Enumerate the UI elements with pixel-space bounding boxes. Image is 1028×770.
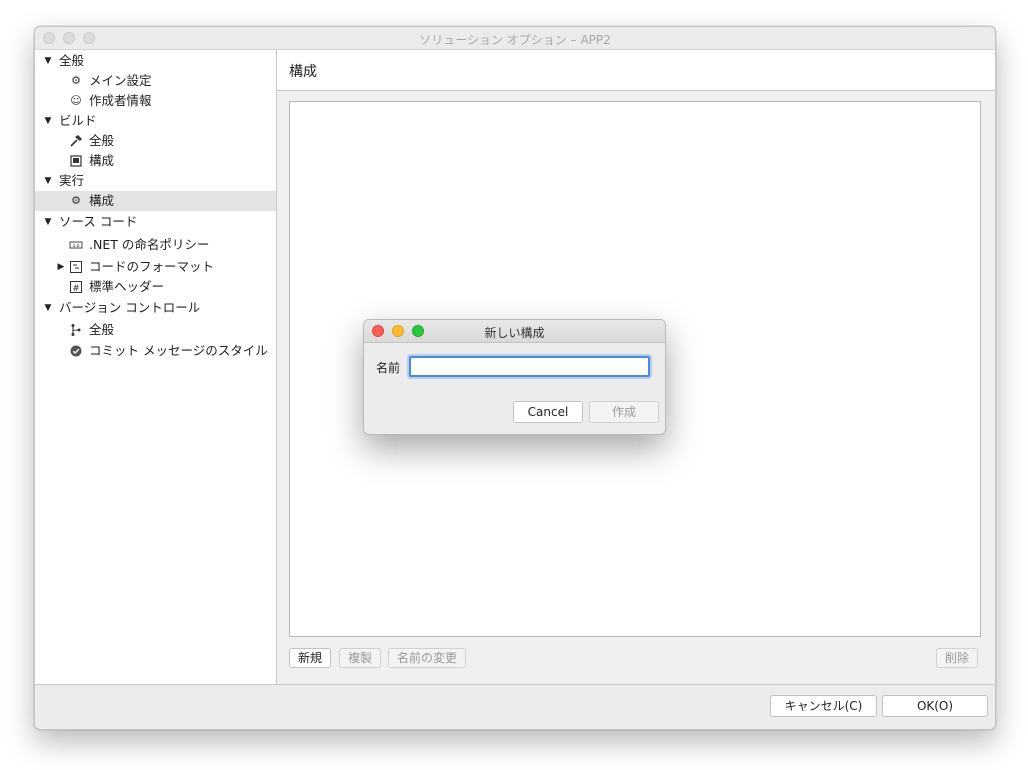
category-version-control[interactable]: ▼ バージョン コントロール — [35, 298, 276, 318]
category-run[interactable]: ▼ 実行 — [35, 171, 276, 191]
expand-triangle-icon[interactable]: ▼ — [43, 171, 53, 191]
category-general[interactable]: ▼ 全般 — [35, 51, 276, 71]
name-input[interactable] — [409, 356, 650, 377]
sidebar-item-standard-header[interactable]: # 標準ヘッダー — [35, 277, 276, 297]
check-circle-icon — [69, 344, 83, 358]
category-source-code[interactable]: ▼ ソース コード — [35, 212, 276, 232]
dialog-cancel-button[interactable]: Cancel — [513, 401, 583, 423]
sidebar-item-commit-style[interactable]: コミット メッセージのスタイル — [35, 341, 276, 361]
svg-text:a.b: a.b — [72, 243, 79, 249]
collapsed-triangle-icon[interactable]: ▶ — [56, 257, 66, 277]
expand-triangle-icon[interactable]: ▼ — [43, 212, 53, 232]
svg-text:#: # — [72, 284, 80, 294]
window-titlebar: ソリューション オプション – APP2 — [35, 27, 995, 50]
hammer-icon — [69, 134, 83, 148]
dialog-create-button[interactable]: 作成 — [589, 401, 659, 423]
expand-triangle-icon[interactable]: ▼ — [43, 51, 53, 71]
document-icon — [69, 154, 83, 168]
smiley-icon: ☺ — [70, 94, 82, 107]
branch-icon — [69, 323, 83, 337]
new-button[interactable]: 新規 — [289, 648, 332, 668]
window-footer: キャンセル(C) OK(O) — [35, 684, 995, 729]
rename-button[interactable]: 名前の変更 — [388, 648, 467, 668]
sidebar-item-vc-general[interactable]: 全般 — [35, 320, 276, 340]
delete-button[interactable]: 削除 — [936, 648, 979, 668]
sidebar-item-run-config[interactable]: ⚙ 構成 — [35, 191, 276, 211]
naming-icon: a.b — [69, 238, 83, 252]
sidebar-item-build-general[interactable]: 全般 — [35, 131, 276, 151]
new-configuration-dialog: 新しい構成 名前 Cancel 作成 — [363, 319, 666, 435]
dialog-title: 新しい構成 — [484, 326, 545, 340]
sidebar-item-author-info[interactable]: ☺ 作成者情報 — [35, 91, 276, 111]
expand-triangle-icon[interactable]: ▼ — [43, 111, 53, 131]
window-title: ソリューション オプション – APP2 — [419, 33, 611, 47]
options-sidebar: ▼ 全般 ⚙ メイン設定 ☺ 作成者情報 ▼ ビルド 全般 構成 ▼ 実行 ⚙ … — [35, 50, 277, 685]
format-icon — [69, 260, 83, 274]
sidebar-item-code-format[interactable]: ▶ コードのフォーマット — [35, 257, 276, 277]
main-header: 構成 — [277, 50, 995, 91]
name-label: 名前 — [376, 361, 401, 375]
sidebar-item-main-settings[interactable]: ⚙ メイン設定 — [35, 71, 276, 91]
gear-icon: ⚙ — [71, 74, 81, 87]
duplicate-button[interactable]: 複製 — [339, 648, 382, 668]
cancel-button[interactable]: キャンセル(C) — [770, 695, 877, 717]
hash-icon: # — [69, 280, 83, 294]
page-title: 構成 — [289, 64, 317, 80]
ok-button[interactable]: OK(O) — [882, 695, 988, 717]
gear-icon: ⚙ — [71, 194, 81, 207]
sidebar-item-naming-policy[interactable]: a.b .NET の命名ポリシー — [35, 235, 276, 255]
category-build[interactable]: ▼ ビルド — [35, 111, 276, 131]
dialog-titlebar: 新しい構成 — [364, 320, 665, 343]
sidebar-item-build-config[interactable]: 構成 — [35, 151, 276, 171]
expand-triangle-icon[interactable]: ▼ — [43, 298, 53, 318]
